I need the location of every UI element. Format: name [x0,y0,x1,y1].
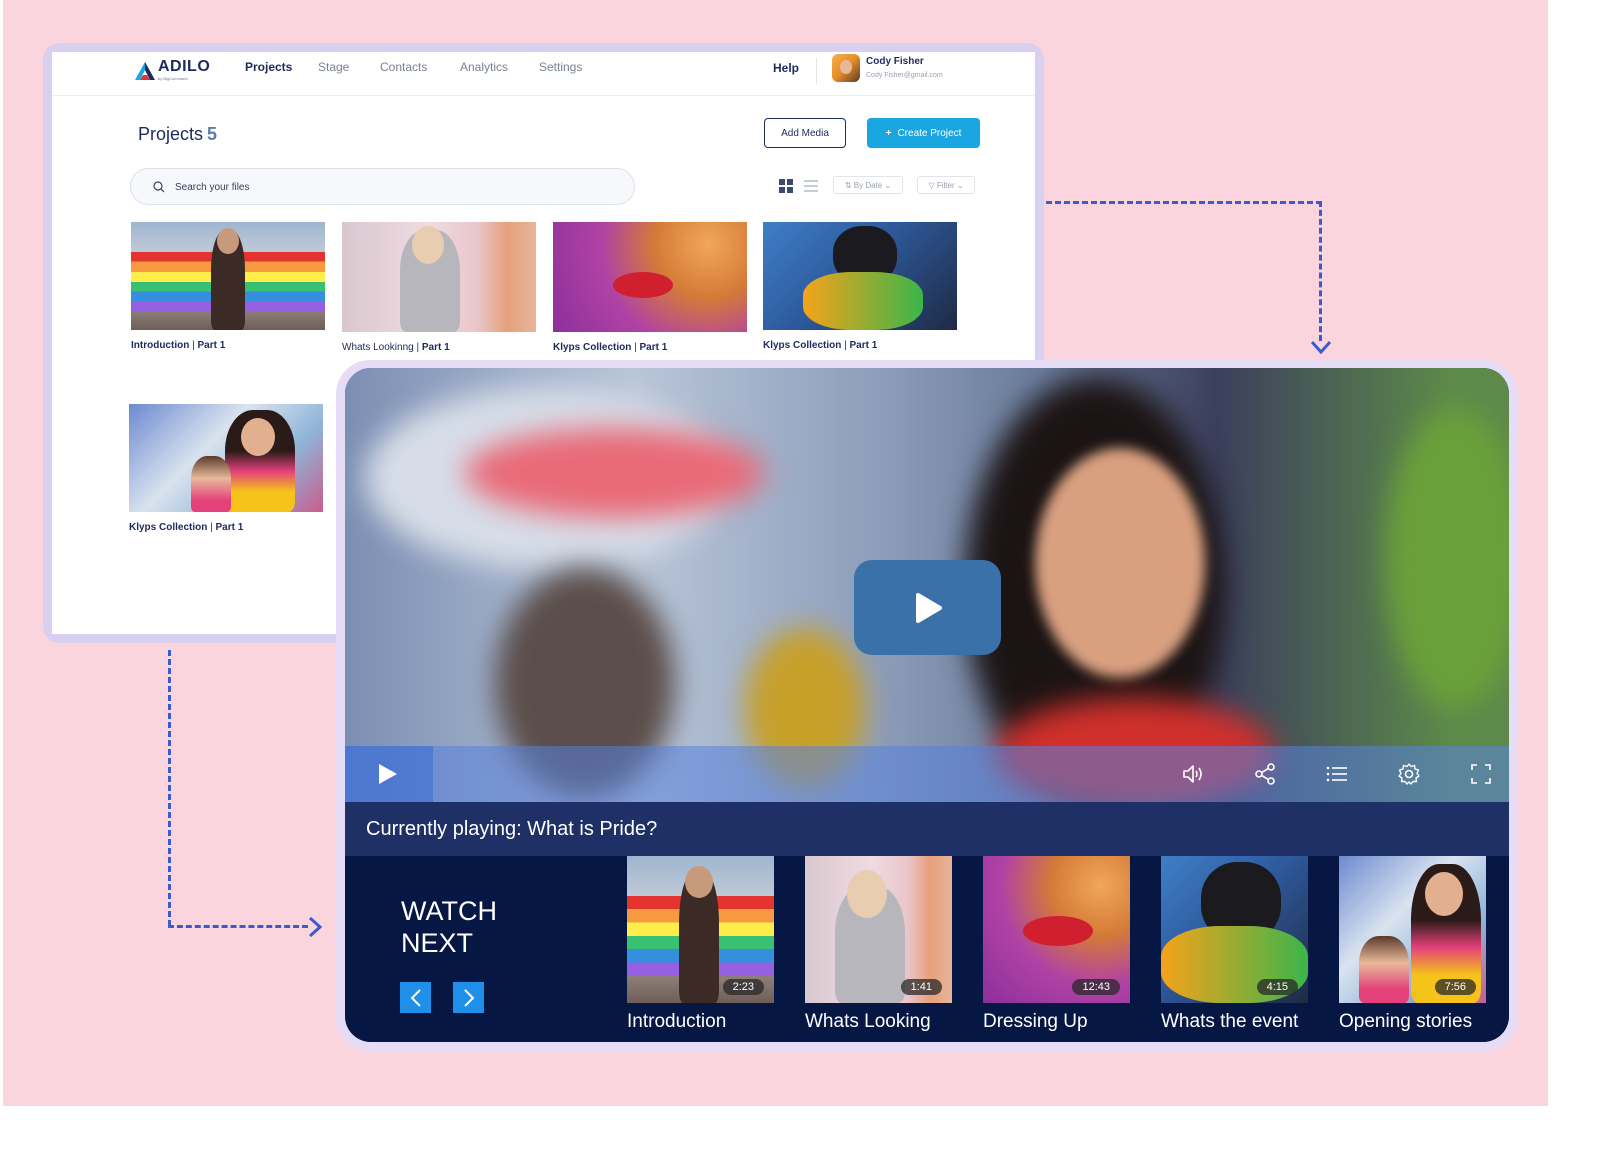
watch-next-title: Dressing Up [983,1011,1088,1032]
project-card[interactable]: Klyps Collection | Part 1 [763,222,957,351]
video-frame[interactable] [345,368,1509,802]
nav-item-analytics[interactable]: Analytics [460,60,508,74]
list-view-icon[interactable] [804,179,818,193]
watch-next-item[interactable]: 12:43 Dressing Up [983,856,1130,1033]
user-name: Cody Fisher [866,56,924,67]
grid-view-icon[interactable] [779,179,793,193]
nav-divider [816,58,817,84]
project-thumbnail[interactable] [342,222,536,332]
search-icon [153,181,165,193]
watch-next-item[interactable]: 4:15 Whats the event [1161,856,1308,1033]
avatar[interactable] [832,54,860,82]
filter-label: Filter [936,180,955,190]
connector-line [1046,201,1322,204]
project-card-title: Whats Lookinng | Part 1 [342,342,450,353]
project-thumbnail[interactable] [553,222,747,332]
logo-subtitle: by BigCommand [158,76,188,81]
create-project-label: Create Project [897,127,962,139]
watch-next-title: Opening stories [1339,1011,1473,1032]
connector-line [1319,201,1322,341]
project-card-title: Klyps Collection | Part 1 [129,522,244,533]
project-thumbnail[interactable] [131,222,325,330]
project-count: 5 [207,124,218,144]
nav-item-stage[interactable]: Stage [318,60,349,74]
search-input[interactable] [175,179,595,195]
watch-next-thumbnail[interactable]: 4:15 [1161,856,1308,1003]
nav-item-projects[interactable]: Projects [245,60,292,74]
chevron-left-icon [410,988,421,1007]
sort-dropdown[interactable]: ⇅ By Date ⌄ [833,176,903,194]
next-button[interactable] [453,982,484,1013]
project-card[interactable]: Klyps Collection | Part 1 [129,404,323,533]
duration-badge: 7:56 [1434,979,1476,995]
connector-line [168,925,308,928]
sort-icon: ⇅ [844,180,854,190]
logo-name: ADILO [158,58,211,75]
duration-badge: 12:43 [1072,979,1120,995]
project-card-title: Klyps Collection | Part 1 [763,340,878,351]
watch-next-title: Whats Looking [805,1011,931,1032]
nav-item-settings[interactable]: Settings [539,60,582,74]
project-thumbnail[interactable] [129,404,323,512]
chevron-right-icon [463,988,474,1007]
duration-badge: 2:23 [722,979,764,995]
top-navigation-bar: ADILO by BigCommand Projects Stage Conta… [52,52,1035,96]
logo-mark-icon [135,62,155,80]
filter-dropdown[interactable]: ▽ Filter ⌄ [917,176,975,194]
watch-next-item[interactable]: 2:23 Introduction [627,856,774,1033]
play-icon[interactable] [375,762,399,786]
player-control-bar [345,746,1509,802]
now-playing-title: Currently playing: What is Pride? [345,802,1509,856]
play-icon [915,592,942,623]
chevron-down-icon: ⌄ [954,180,964,190]
nav-item-contacts[interactable]: Contacts [380,60,427,74]
watch-next-section: WATCH NEXT 2:23 Introduction 1:41 Whats … [345,856,1509,1042]
plus-icon: + [885,127,892,139]
filter-icon: ▽ [928,180,937,190]
big-play-button[interactable] [854,560,1001,655]
sort-label: By Date [853,180,883,190]
page-title: Projects 5 [138,124,217,145]
watch-next-title: Whats the event [1161,1011,1299,1032]
project-thumbnail[interactable] [763,222,957,330]
nav-item-help[interactable]: Help [773,61,799,75]
settings-icon[interactable] [1397,762,1421,786]
arrow-down-icon [1310,340,1332,355]
connector-line [168,650,171,926]
watch-next-thumbnail[interactable]: 7:56 [1339,856,1486,1003]
app-logo[interactable]: ADILO by BigCommand [134,58,210,81]
watch-next-item[interactable]: 1:41 Whats Looking [805,856,952,1033]
previous-button[interactable] [400,982,431,1013]
playlist-icon[interactable] [1325,762,1349,786]
arrow-right-icon [308,916,323,938]
watch-next-thumbnail[interactable]: 1:41 [805,856,952,1003]
watch-next-thumbnail[interactable]: 2:23 [627,856,774,1003]
duration-badge: 1:41 [900,979,942,995]
fullscreen-icon[interactable] [1469,762,1493,786]
project-card-title: Klyps Collection | Part 1 [553,342,668,353]
user-email: Cody Fisher@gmail.com [866,72,943,79]
create-project-button[interactable]: + Create Project [867,118,980,148]
watch-next-title: Introduction [627,1011,727,1032]
video-player: Currently playing: What is Pride? WATCH … [345,368,1509,1042]
project-card[interactable]: Introduction | Part 1 [131,222,325,351]
watch-next-heading: WATCH NEXT [401,896,497,958]
watch-next-item[interactable]: 7:56 Opening stories [1339,856,1486,1033]
volume-icon[interactable] [1181,762,1205,786]
page-title-text: Projects [138,124,204,144]
share-icon[interactable] [1253,762,1277,786]
project-card[interactable]: Klyps Collection | Part 1 [553,222,747,353]
search-bar[interactable] [130,168,635,205]
watch-next-thumbnail[interactable]: 12:43 [983,856,1130,1003]
project-card[interactable]: Whats Lookinng | Part 1 [342,222,536,353]
project-card-title: Introduction | Part 1 [131,340,226,351]
chevron-down-icon: ⌄ [882,180,892,190]
add-media-button[interactable]: Add Media [764,118,846,148]
duration-badge: 4:15 [1256,979,1298,995]
